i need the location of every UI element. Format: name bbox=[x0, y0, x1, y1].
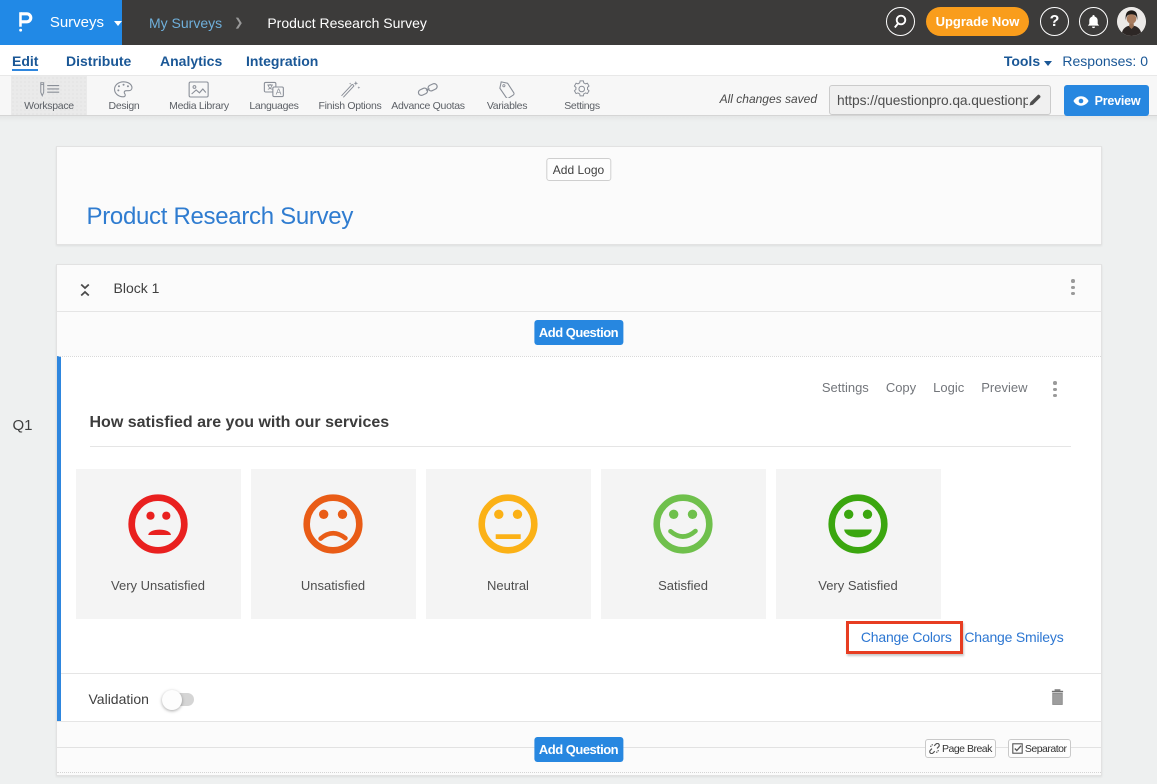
svg-text:A: A bbox=[276, 87, 282, 97]
